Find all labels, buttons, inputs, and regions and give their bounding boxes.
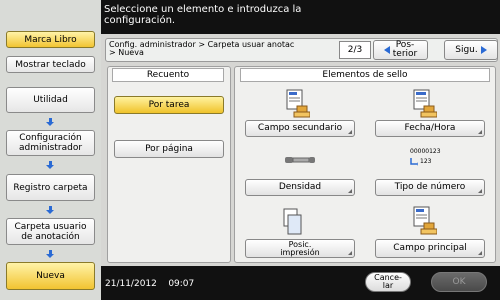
- document-stamp-icon: [413, 206, 437, 235]
- number-type-icon: 00000123 123: [410, 149, 450, 166]
- corner-indicator-icon: [478, 189, 482, 193]
- tipo-de-numero-label: Tipo de número: [394, 182, 466, 192]
- campo-secundario-button[interactable]: Campo secundario: [245, 120, 355, 137]
- step-config-admin-line1: Configuración: [19, 133, 82, 143]
- arrow-right-icon: [480, 46, 487, 54]
- previous-page-button[interactable]: Pos- terior: [373, 40, 428, 60]
- datetime-display: 21/11/2012 09:07: [105, 279, 195, 289]
- step-config-admin-line2: administrador: [18, 143, 83, 153]
- corner-indicator-icon: [478, 130, 482, 134]
- breadcrumb: Config. administrador > Carpeta usuar an…: [109, 41, 337, 57]
- number-type-sample-long: 00000123: [410, 148, 441, 155]
- step-nueva-button[interactable]: Nueva: [6, 262, 95, 290]
- campo-secundario-label: Campo secundario: [257, 123, 343, 133]
- next-page-button[interactable]: Sigu.: [444, 40, 498, 60]
- step-carpeta-usuario-button[interactable]: Carpeta usuario de anotación: [6, 218, 95, 245]
- marca-libro-label: Marca Libro: [24, 34, 77, 45]
- arrow-down-icon: [46, 161, 55, 169]
- step-carpeta-usuario-line1: Carpeta usuario: [14, 221, 87, 232]
- arrow-left-icon: [383, 46, 390, 54]
- step-registro-carpeta-button[interactable]: Registro carpeta: [6, 174, 95, 201]
- document-stamp-icon: [286, 89, 310, 118]
- cancel-line2: lar: [382, 281, 394, 290]
- number-type-sample-row: 123: [410, 158, 450, 166]
- corner-indicator-icon: [348, 251, 352, 255]
- mostrar-teclado-button[interactable]: Mostrar teclado: [6, 56, 95, 73]
- fecha-hora-label: Fecha/Hora: [404, 123, 456, 133]
- ok-label: OK: [452, 276, 466, 287]
- step-config-admin-button[interactable]: Configuración administrador: [6, 130, 95, 156]
- stamp-elements-title: Elementos de sello: [240, 68, 490, 82]
- posic-impresion-label: Posic. impresión: [280, 240, 320, 257]
- posic-impresion-line2: impresión: [280, 247, 320, 257]
- page-indicator: 2/3: [339, 41, 371, 59]
- step-nueva-label: Nueva: [36, 271, 65, 281]
- instruction-bar: Seleccione un elemento e introduzca la c…: [95, 0, 500, 34]
- previous-line2: terior: [392, 49, 418, 59]
- step-carpeta-usuario-line2: de anotación: [21, 231, 80, 242]
- number-type-sample-short: 123: [420, 158, 432, 165]
- arrow-down-icon: [46, 206, 55, 214]
- por-pagina-button[interactable]: Por página: [114, 140, 224, 158]
- cancel-button[interactable]: Cance- lar: [365, 272, 411, 292]
- step-carpeta-usuario-label: Carpeta usuario de anotación: [15, 222, 87, 242]
- recuento-title: Recuento: [112, 68, 224, 82]
- por-pagina-label: Por página: [145, 143, 193, 154]
- arrow-return-icon: [410, 158, 418, 166]
- arrow-down-icon: [46, 250, 55, 258]
- stamp-elements-panel: [234, 66, 496, 263]
- por-tarea-label: Por tarea: [148, 99, 190, 110]
- densidad-button[interactable]: Densidad: [245, 179, 355, 196]
- corner-indicator-icon: [348, 189, 352, 193]
- arrow-down-icon: [46, 118, 55, 126]
- left-sidebar: Marca Libro Mostrar teclado Utilidad Con…: [0, 0, 101, 300]
- next-page-label: Sigu.: [455, 44, 478, 55]
- por-tarea-button[interactable]: Por tarea: [114, 96, 224, 114]
- document-datetime-icon: [413, 89, 437, 118]
- cancel-label: Cance- lar: [374, 274, 402, 290]
- print-position-icon: [283, 208, 302, 235]
- breadcrumb-line2: > Nueva: [109, 48, 144, 57]
- step-registro-carpeta-label: Registro carpeta: [13, 182, 88, 193]
- fecha-hora-button[interactable]: Fecha/Hora: [375, 120, 485, 137]
- tipo-de-numero-button[interactable]: Tipo de número: [375, 179, 485, 196]
- corner-indicator-icon: [348, 130, 352, 134]
- campo-principal-label: Campo principal: [393, 243, 467, 253]
- step-utilidad-button[interactable]: Utilidad: [6, 87, 95, 113]
- posic-impresion-button[interactable]: Posic. impresión: [245, 239, 355, 258]
- mostrar-teclado-label: Mostrar teclado: [15, 59, 86, 70]
- density-icon: [285, 157, 315, 163]
- step-config-admin-label: Configuración administrador: [19, 133, 82, 153]
- densidad-label: Densidad: [278, 182, 322, 192]
- marca-libro-button[interactable]: Marca Libro: [6, 31, 95, 48]
- step-utilidad-label: Utilidad: [33, 95, 68, 105]
- corner-indicator-icon: [478, 251, 482, 255]
- instruction-line-2: configuración.: [104, 15, 176, 26]
- previous-page-label: Pos- terior: [393, 41, 417, 59]
- ok-button[interactable]: OK: [431, 272, 487, 292]
- instruction-line-1: Seleccione un elemento e introduzca la: [104, 4, 302, 15]
- campo-principal-button[interactable]: Campo principal: [375, 239, 485, 258]
